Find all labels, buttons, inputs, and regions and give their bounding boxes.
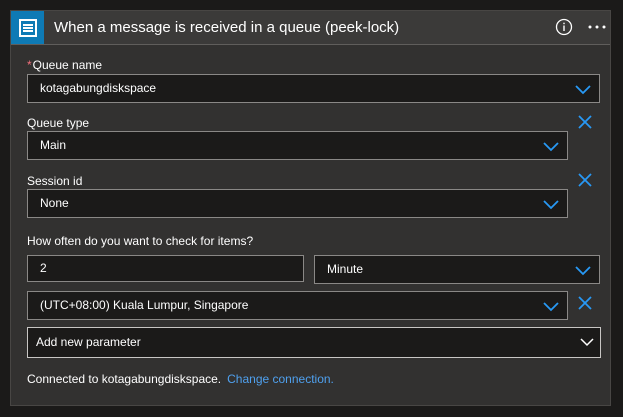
remove-queue-type-icon[interactable] <box>577 114 593 130</box>
queue-name-value: kotagabungdiskspace <box>40 81 157 95</box>
remove-time-zone-icon[interactable] <box>577 295 593 311</box>
remove-session-id-icon[interactable] <box>577 172 593 188</box>
queue-type-dropdown[interactable]: Main <box>27 131 568 160</box>
info-icon[interactable] <box>555 18 573 36</box>
chevron-down-icon <box>575 266 591 276</box>
chevron-down-icon <box>580 338 594 347</box>
queue-type-value: Main <box>40 138 67 152</box>
change-connection-link[interactable]: Change connection. <box>227 372 334 386</box>
connected-text: Connected to kotagabungdiskspace. <box>27 372 222 386</box>
time-zone-dropdown[interactable]: (UTC+08:00) Kuala Lumpur, Singapore <box>27 291 568 320</box>
required-marker: * <box>27 58 32 72</box>
session-id-label: Session id <box>27 174 83 188</box>
chevron-down-icon <box>575 85 591 95</box>
time-zone-value: (UTC+08:00) Kuala Lumpur, Singapore <box>40 298 249 312</box>
queue-name-label: *Queue name <box>27 58 103 72</box>
card-title: When a message is received in a queue (p… <box>54 19 400 36</box>
card-header[interactable]: When a message is received in a queue (p… <box>11 11 610 45</box>
add-new-parameter-label: Add new parameter <box>36 335 141 349</box>
queue-type-label: Queue type <box>27 116 90 130</box>
service-bus-icon <box>18 18 37 37</box>
interval-input[interactable]: 2 <box>27 255 304 282</box>
chevron-down-icon <box>543 302 559 312</box>
add-new-parameter-dropdown[interactable]: Add new parameter <box>27 327 601 358</box>
session-id-dropdown[interactable]: None <box>27 189 568 218</box>
queue-name-dropdown[interactable]: kotagabungdiskspace <box>27 74 600 103</box>
trigger-card: When a message is received in a queue (p… <box>10 10 611 406</box>
more-options-icon[interactable] <box>586 17 608 37</box>
connection-footer: Connected to kotagabungdiskspace. Change … <box>27 372 334 386</box>
frequency-label: How often do you want to check for items… <box>27 234 254 248</box>
interval-value: 2 <box>40 261 47 275</box>
session-id-value: None <box>40 196 69 210</box>
frequency-unit-value: Minute <box>327 262 364 276</box>
chevron-down-icon <box>543 200 559 210</box>
frequency-unit-dropdown[interactable]: Minute <box>314 255 600 284</box>
trigger-badge <box>11 11 44 44</box>
chevron-down-icon <box>543 142 559 152</box>
